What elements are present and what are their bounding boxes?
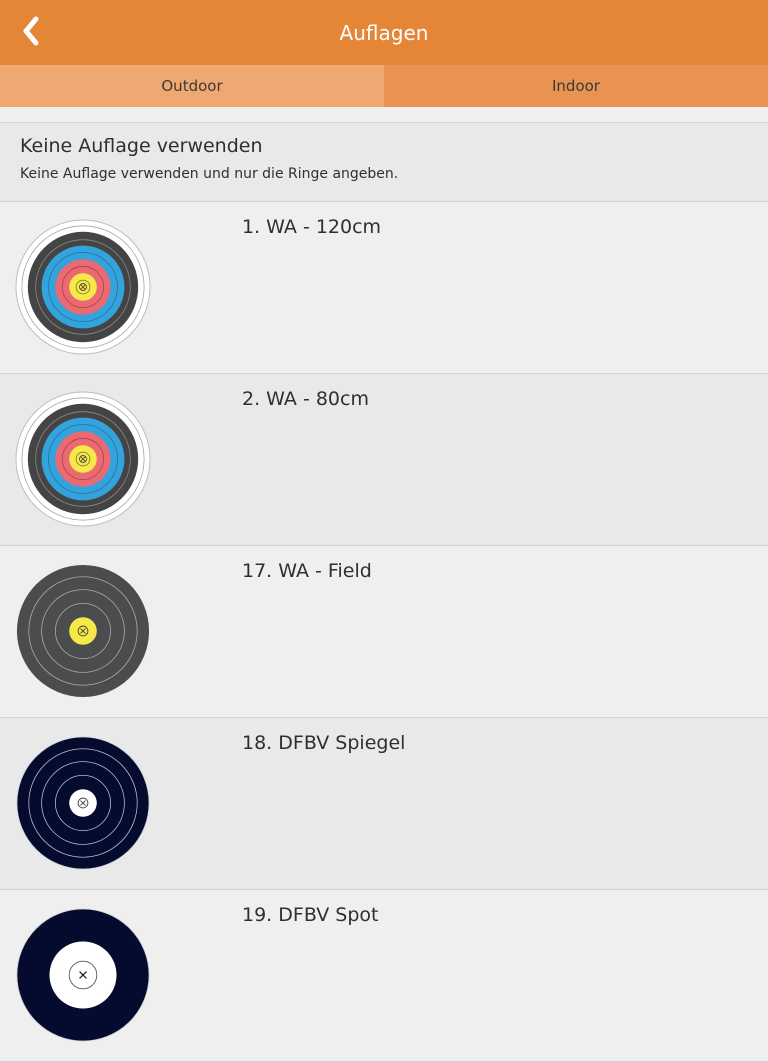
wa-full-target-icon <box>15 219 151 355</box>
dfbv-spiegel-target-icon <box>16 736 150 870</box>
no-target-title: Keine Auflage verwenden <box>20 135 263 157</box>
tab-outdoor[interactable]: Outdoor <box>0 65 384 107</box>
list-spacer <box>0 107 768 123</box>
target-row-wa-120[interactable]: 1. WA - 120cm <box>0 202 768 374</box>
wa-field-target-icon <box>16 564 150 698</box>
no-target-description: Keine Auflage verwenden und nur die Ring… <box>20 166 399 182</box>
target-row-wa-field[interactable]: 17. WA - Field <box>0 546 768 718</box>
target-row-dfbv-spiegel[interactable]: 18. DFBV Spiegel <box>0 718 768 890</box>
no-target-option[interactable]: Keine Auflage verwenden Keine Auflage ve… <box>0 123 768 202</box>
wa-full-target-icon <box>15 391 151 527</box>
target-label: 18. DFBV Spiegel <box>242 732 406 754</box>
target-label: 2. WA - 80cm <box>242 388 369 410</box>
tab-indoor[interactable]: Indoor <box>384 65 768 107</box>
tab-bar: Outdoor Indoor <box>0 65 768 107</box>
chevron-left-icon <box>23 16 39 46</box>
back-button[interactable] <box>14 14 48 48</box>
target-label: 17. WA - Field <box>242 560 372 582</box>
target-label: 1. WA - 120cm <box>242 216 382 238</box>
target-row-wa-80[interactable]: 2. WA - 80cm <box>0 374 768 546</box>
target-row-dfbv-spot[interactable]: 19. DFBV Spot <box>0 890 768 1062</box>
app-header: Auflagen <box>0 0 768 65</box>
target-label: 19. DFBV Spot <box>242 904 379 926</box>
page-title: Auflagen <box>339 20 429 45</box>
dfbv-spot-target-icon <box>16 908 150 1042</box>
